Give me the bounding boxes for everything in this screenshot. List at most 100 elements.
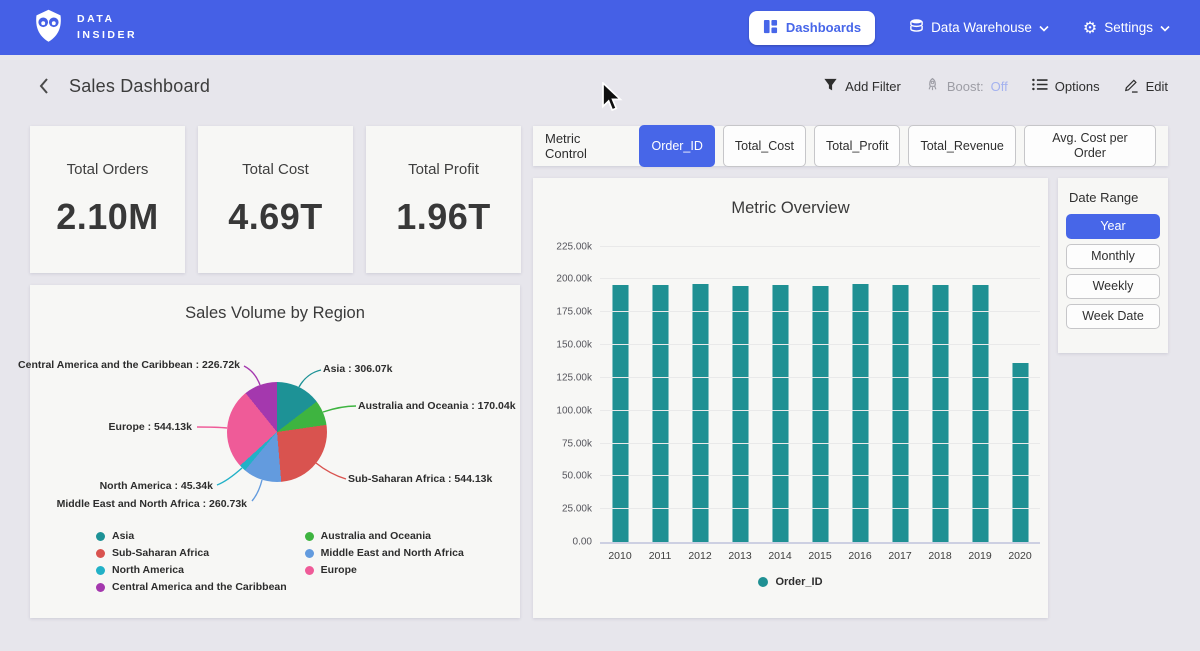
legend-dot xyxy=(305,532,314,541)
x-axis-tick: 2014 xyxy=(760,550,800,562)
edit-button[interactable]: Edit xyxy=(1124,77,1168,96)
leader-line-central-america-and-the-caribbean xyxy=(244,366,260,385)
brand-logo[interactable]: DATA INSIDER xyxy=(30,7,137,49)
x-axis-tick: 2018 xyxy=(920,550,960,562)
y-axis-tick: 225.00k xyxy=(556,241,592,252)
kpi-total-cost: Total Cost 4.69T xyxy=(198,126,353,273)
y-axis-tick: 50.00k xyxy=(562,471,592,482)
gear-icon: ⚙ xyxy=(1083,20,1097,36)
bar-slot-2011 xyxy=(640,240,680,542)
bar-2018[interactable] xyxy=(932,285,949,542)
legend-item-asia[interactable]: Asia xyxy=(96,530,287,542)
leader-line-asia xyxy=(299,370,321,387)
options-button[interactable]: Options xyxy=(1032,78,1100,94)
gridline xyxy=(600,344,1040,345)
legend-item-north-america[interactable]: North America xyxy=(96,564,287,576)
x-axis-tick: 2015 xyxy=(800,550,840,562)
metric-option-total-profit[interactable]: Total_Profit xyxy=(814,125,901,167)
date-range-option-week-date[interactable]: Week Date xyxy=(1066,304,1160,329)
nav-dashboards-button[interactable]: Dashboards xyxy=(749,11,875,45)
list-options-icon xyxy=(1032,78,1048,94)
legend-item-sub-saharan-africa[interactable]: Sub-Saharan Africa xyxy=(96,547,287,559)
date-range-option-year[interactable]: Year xyxy=(1066,214,1160,239)
bar-slot-2019 xyxy=(960,240,1000,542)
legend-label: Europe xyxy=(321,564,357,576)
gridline xyxy=(600,410,1040,411)
metric-option-total-revenue[interactable]: Total_Revenue xyxy=(908,125,1015,167)
kpi-total-orders: Total Orders 2.10M xyxy=(30,126,185,273)
bar-2012[interactable] xyxy=(692,284,709,542)
chevron-down-icon xyxy=(1039,20,1049,35)
legend-item-australia-and-oceania[interactable]: Australia and Oceania xyxy=(305,530,464,542)
bar-slot-2010 xyxy=(600,240,640,542)
kpi-label: Total Profit xyxy=(408,161,479,178)
legend-label: North America xyxy=(112,564,184,576)
legend-dot xyxy=(96,549,105,558)
rocket-icon xyxy=(925,77,940,96)
leader-line-europe xyxy=(197,427,227,428)
bar-2014[interactable] xyxy=(772,285,789,542)
bar-2016[interactable] xyxy=(852,284,869,542)
bar-2013[interactable] xyxy=(732,286,749,542)
date-range-panel: Date Range YearMonthlyWeeklyWeek Date xyxy=(1058,178,1168,353)
date-range-option-weekly[interactable]: Weekly xyxy=(1066,274,1160,299)
leader-line-australia-and-oceania xyxy=(323,406,356,412)
pie-label-middle-east-north-africa: Middle East and North Africa : 260.73k xyxy=(57,498,247,510)
bar-2017[interactable] xyxy=(892,285,909,542)
kpi-row: Total Orders 2.10M Total Cost 4.69T Tota… xyxy=(30,126,522,273)
legend-label: Australia and Oceania xyxy=(321,530,431,542)
y-axis-tick: 75.00k xyxy=(562,438,592,449)
nav-data-warehouse[interactable]: Data Warehouse xyxy=(909,18,1049,37)
legend-label: Sub-Saharan Africa xyxy=(112,547,209,559)
nav-settings[interactable]: ⚙ Settings xyxy=(1083,20,1170,36)
kpi-label: Total Cost xyxy=(242,161,309,178)
bar-2019[interactable] xyxy=(972,285,989,542)
y-axis-tick: 175.00k xyxy=(556,307,592,318)
bar-slot-2020 xyxy=(1000,240,1040,542)
bar-2020[interactable] xyxy=(1012,363,1029,542)
date-range-option-monthly[interactable]: Monthly xyxy=(1066,244,1160,269)
back-button[interactable] xyxy=(32,73,55,99)
app-root: DATA INSIDER Dashboards xyxy=(0,0,1200,651)
bar-slot-2018 xyxy=(920,240,960,542)
bar-2011[interactable] xyxy=(652,285,669,542)
y-axis-tick: 150.00k xyxy=(556,340,592,351)
pie-label-central-america-caribbean: Central America and the Caribbean : 226.… xyxy=(18,359,240,371)
gridline xyxy=(600,508,1040,509)
legend-label: Middle East and North Africa xyxy=(321,547,464,559)
filter-icon xyxy=(823,77,838,95)
kpi-total-profit: Total Profit 1.96T xyxy=(366,126,521,273)
metric-option-order-id[interactable]: Order_ID xyxy=(639,125,714,167)
gridline xyxy=(600,475,1040,476)
bar-2010[interactable] xyxy=(612,285,629,542)
bar-slot-2016 xyxy=(840,240,880,542)
kpi-value: 1.96T xyxy=(396,196,491,238)
pencil-icon xyxy=(1124,77,1139,96)
pie-chart[interactable] xyxy=(227,382,327,482)
legend-item-europe[interactable]: Europe xyxy=(305,564,464,576)
x-axis-tick: 2012 xyxy=(680,550,720,562)
bar-2015[interactable] xyxy=(812,286,829,542)
bar-slot-2013 xyxy=(720,240,760,542)
kpi-label: Total Orders xyxy=(67,161,149,178)
metric-control-panel: Metric Control Order_IDTotal_CostTotal_P… xyxy=(533,126,1168,166)
metric-option-avg-cost-per-order[interactable]: Avg. Cost per Order xyxy=(1024,125,1156,167)
y-axis-tick: 125.00k xyxy=(556,372,592,383)
x-axis-tick: 2013 xyxy=(720,550,760,562)
legend-item-central-america-and-the-caribbean[interactable]: Central America and the Caribbean xyxy=(96,581,287,593)
leader-line-north-america xyxy=(217,468,242,485)
bar-series xyxy=(600,240,1040,542)
metric-option-total-cost[interactable]: Total_Cost xyxy=(723,125,806,167)
add-filter-button[interactable]: Add Filter xyxy=(823,77,901,95)
page-header: Sales Dashboard Add Filter Boost: Off xyxy=(0,55,1200,117)
y-axis-tick: 25.00k xyxy=(562,504,592,515)
kpi-value: 4.69T xyxy=(228,196,323,238)
page-title: Sales Dashboard xyxy=(69,76,210,97)
dashboards-icon xyxy=(763,19,778,37)
legend-dot xyxy=(305,549,314,558)
gridline xyxy=(600,278,1040,279)
legend-dot xyxy=(96,566,105,575)
legend-item-middle-east-and-north-africa[interactable]: Middle East and North Africa xyxy=(305,547,464,559)
boost-toggle[interactable]: Boost: Off xyxy=(925,77,1008,96)
y-axis-tick: 0.00 xyxy=(573,537,592,548)
